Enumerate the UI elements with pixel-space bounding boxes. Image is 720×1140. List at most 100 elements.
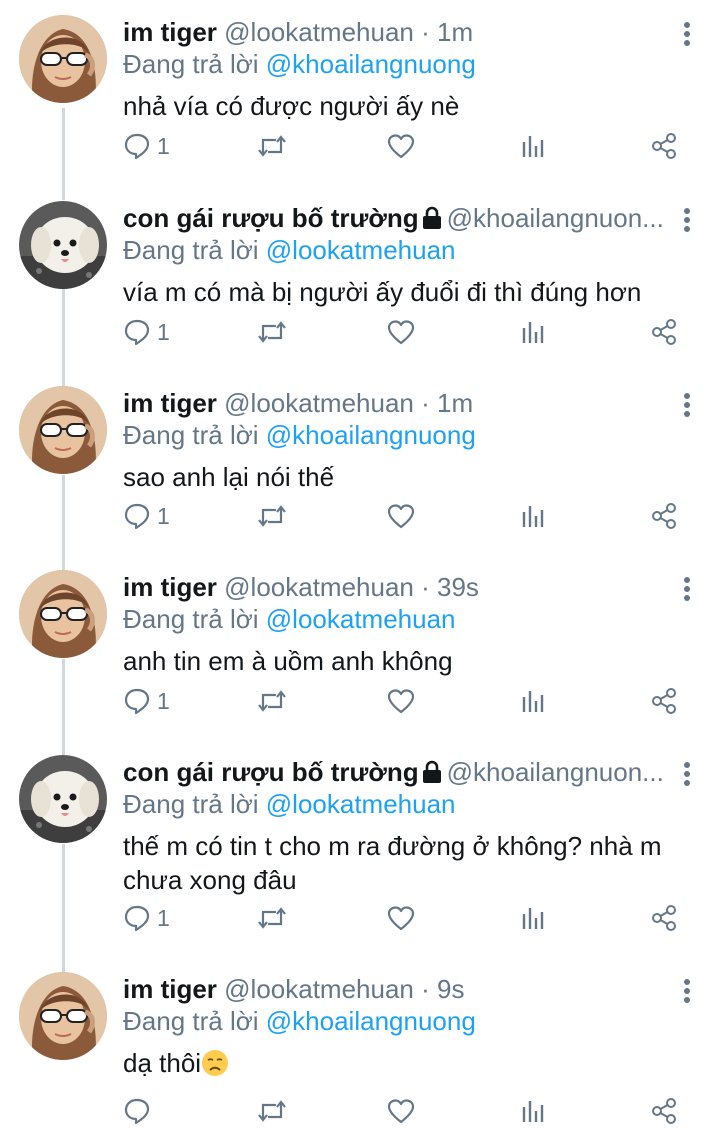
dog-avatar[interactable]: [19, 201, 107, 289]
more-options-icon[interactable]: [682, 207, 692, 233]
retweet-button[interactable]: [256, 498, 288, 534]
reply-button[interactable]: 1: [123, 314, 170, 350]
author-name[interactable]: im tiger: [123, 974, 217, 1004]
reply-button[interactable]: 1: [123, 128, 170, 164]
more-options-icon[interactable]: [682, 978, 692, 1004]
replying-to-label: Đang trả lời: [123, 420, 266, 450]
tweet-actions: 1: [123, 128, 683, 164]
analytics-button[interactable]: [520, 1093, 546, 1129]
reply-count: 1: [157, 132, 170, 159]
analytics-icon: [520, 904, 546, 932]
mention-link[interactable]: @khoailangnuong: [266, 1006, 476, 1036]
tweet: con gái rượu bố trường @khoailangnuon... Đ…: [0, 201, 720, 354]
mention-link[interactable]: @lookatmehuan: [266, 789, 456, 819]
more-options-icon[interactable]: [682, 761, 692, 787]
tiger-avatar[interactable]: [19, 972, 107, 1060]
analytics-button[interactable]: [520, 683, 546, 719]
disappointed-face-emoji: [202, 1050, 229, 1076]
reply-count: 1: [157, 318, 170, 345]
like-button[interactable]: [386, 683, 416, 719]
author-handle[interactable]: @lookatmehuan: [224, 388, 414, 418]
retweet-icon: [256, 502, 288, 530]
author-handle[interactable]: @lookatmehuan: [224, 17, 414, 47]
tweet-text-content: anh tin em à uồm anh không: [123, 646, 453, 676]
author-handle[interactable]: @lookatmehuan: [224, 572, 414, 602]
retweet-button[interactable]: [256, 900, 288, 936]
analytics-button[interactable]: [520, 128, 546, 164]
like-icon: [386, 132, 416, 160]
reply-icon: [123, 502, 151, 530]
conversation-thread: im tiger @lookatmehuan · 1m Đang trả lời …: [0, 0, 720, 1140]
share-button[interactable]: [650, 498, 678, 534]
timestamp[interactable]: 1m: [437, 17, 473, 47]
author-handle[interactable]: @lookatmehuan: [224, 974, 414, 1004]
retweet-button[interactable]: [256, 1093, 288, 1129]
like-button[interactable]: [386, 1093, 416, 1129]
more-options-icon[interactable]: [682, 392, 692, 418]
replying-to-label: Đang trả lời: [123, 49, 266, 79]
analytics-icon: [520, 318, 546, 346]
reply-button[interactable]: [123, 1093, 151, 1129]
replying-to-label: Đang trả lời: [123, 604, 266, 634]
author-handle[interactable]: @khoailangnuon...: [447, 203, 664, 233]
lock-icon: [421, 204, 443, 235]
share-icon: [650, 687, 678, 715]
tweet-text-content: sao anh lại nói thế: [123, 462, 335, 492]
author-name[interactable]: im tiger: [123, 388, 217, 418]
tiger-avatar[interactable]: [19, 15, 107, 103]
timestamp[interactable]: 1m: [437, 388, 473, 418]
like-button[interactable]: [386, 128, 416, 164]
like-icon: [386, 318, 416, 346]
retweet-icon: [256, 318, 288, 346]
analytics-icon: [520, 502, 546, 530]
like-button[interactable]: [386, 314, 416, 350]
retweet-button[interactable]: [256, 128, 288, 164]
lock-icon: [421, 758, 443, 789]
analytics-button[interactable]: [520, 900, 546, 936]
mention-link[interactable]: @lookatmehuan: [266, 235, 456, 265]
analytics-button[interactable]: [520, 314, 546, 350]
share-button[interactable]: [650, 900, 678, 936]
more-options-icon[interactable]: [682, 21, 692, 47]
mention-link[interactable]: @khoailangnuong: [266, 49, 476, 79]
tweet-header: im tiger @lookatmehuan · 1m: [123, 386, 668, 420]
reply-button[interactable]: 1: [123, 498, 170, 534]
like-button[interactable]: [386, 498, 416, 534]
author-name[interactable]: con gái rượu bố trường: [123, 757, 419, 787]
like-button[interactable]: [386, 900, 416, 936]
separator-dot: ·: [413, 974, 437, 1004]
retweet-button[interactable]: [256, 314, 288, 350]
tweet-text: thế m có tin t cho m ra đường ở không? n…: [123, 829, 693, 897]
timestamp[interactable]: 9s: [437, 974, 464, 1004]
mention-link[interactable]: @khoailangnuong: [266, 420, 476, 450]
author-handle[interactable]: @khoailangnuon...: [447, 757, 664, 787]
reply-button[interactable]: 1: [123, 900, 170, 936]
analytics-button[interactable]: [520, 498, 546, 534]
share-button[interactable]: [650, 128, 678, 164]
tweet-actions: 1: [123, 683, 683, 719]
timestamp[interactable]: 39s: [437, 572, 479, 602]
like-icon: [386, 904, 416, 932]
author-name[interactable]: con gái rượu bố trường: [123, 203, 419, 233]
tweet: im tiger @lookatmehuan · 39s Đang trả lời…: [0, 570, 720, 723]
more-options-icon[interactable]: [682, 576, 692, 602]
tiger-avatar[interactable]: [19, 570, 107, 658]
share-button[interactable]: [650, 683, 678, 719]
analytics-icon: [520, 687, 546, 715]
author-name[interactable]: im tiger: [123, 572, 217, 602]
tweet-text: anh tin em à uồm anh không: [123, 644, 693, 678]
like-icon: [386, 502, 416, 530]
tweet-actions: 1: [123, 314, 683, 350]
reply-icon: [123, 687, 151, 715]
reply-button[interactable]: 1: [123, 683, 170, 719]
mention-link[interactable]: @lookatmehuan: [266, 604, 456, 634]
share-button[interactable]: [650, 1093, 678, 1129]
author-name[interactable]: im tiger: [123, 17, 217, 47]
retweet-button[interactable]: [256, 683, 288, 719]
tweet: im tiger @lookatmehuan · 1m Đang trả lời …: [0, 386, 720, 538]
share-button[interactable]: [650, 314, 678, 350]
tiger-avatar[interactable]: [19, 386, 107, 474]
dog-avatar[interactable]: [19, 755, 107, 843]
replying-to-label: Đang trả lời: [123, 235, 266, 265]
tweet-header: im tiger @lookatmehuan · 9s: [123, 972, 668, 1006]
